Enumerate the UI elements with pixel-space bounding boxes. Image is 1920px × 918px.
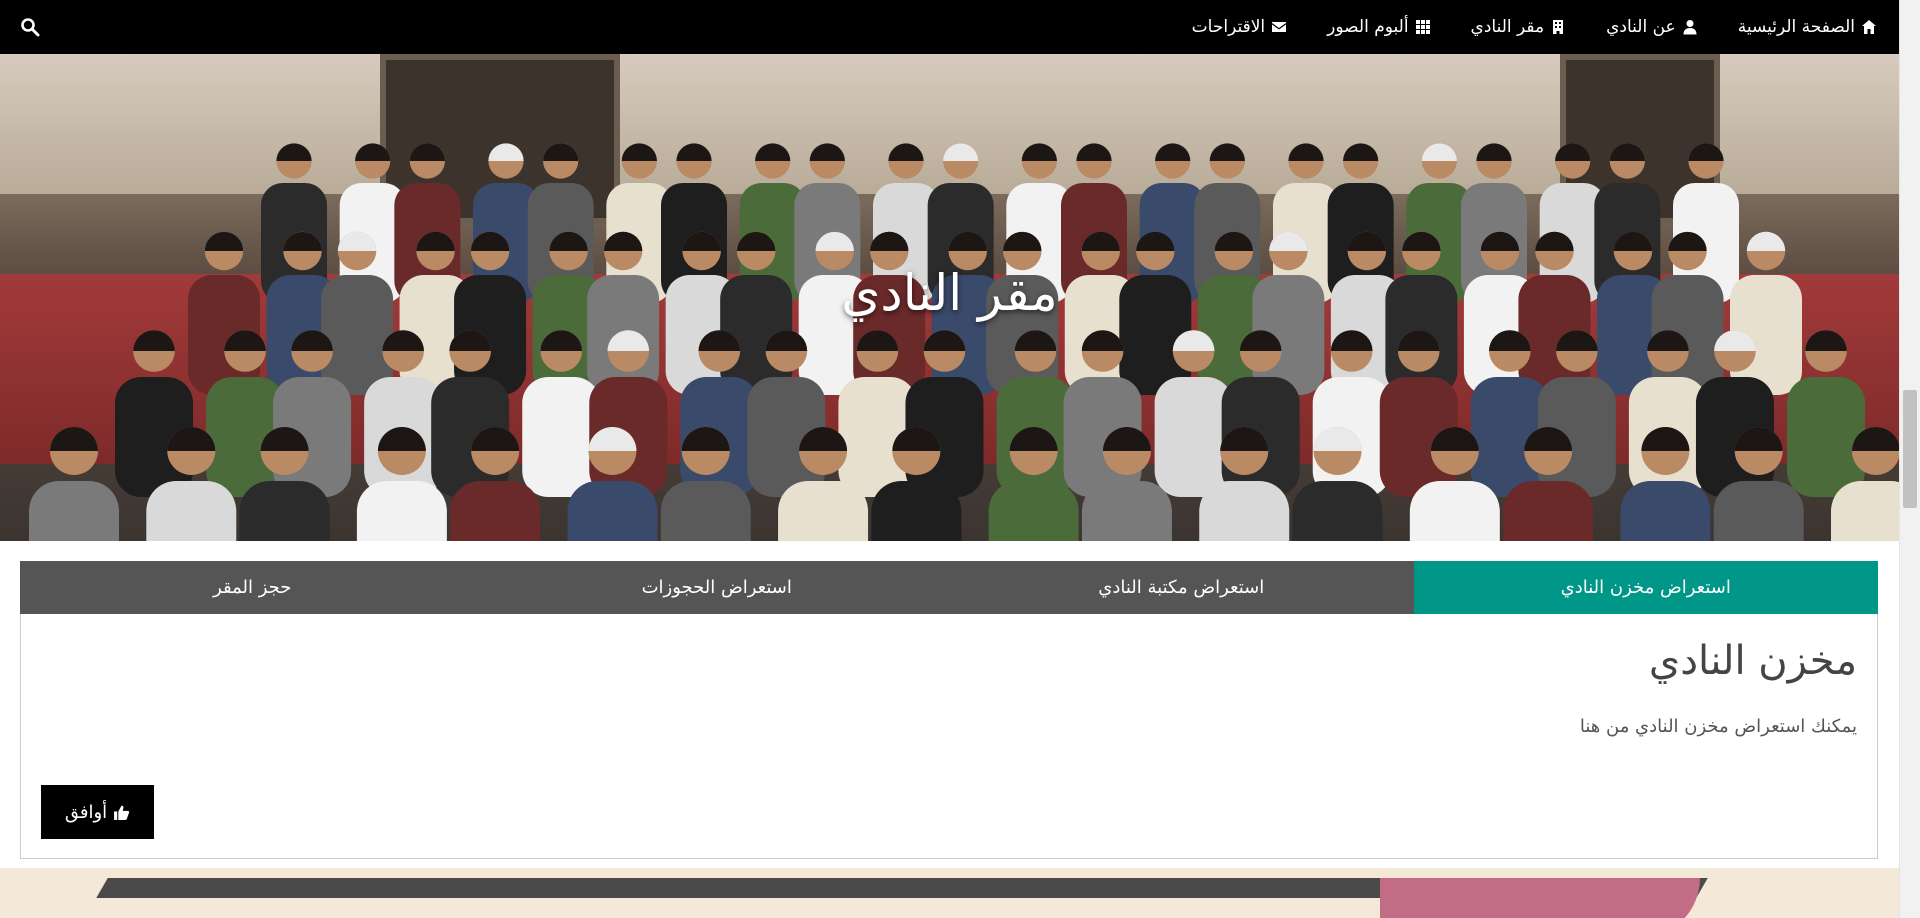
photo-figure-hair [888,143,924,161]
photo-figure-hair [488,143,524,161]
top-navbar: الصفحة الرئيسية عن النادي مقر النادي ألب… [0,0,1899,54]
photo-figure-body [1154,377,1233,497]
photo-figure-body [567,481,658,541]
photo-figure-hair [1155,143,1191,161]
photo-figure-body [239,481,330,541]
agree-button[interactable]: أوافق [41,785,154,839]
footer-decoration [0,868,1899,918]
photo-figure-hair [355,143,391,161]
agree-button-label: أوافق [64,801,108,823]
photo-figure-hair [943,143,979,161]
grid-icon [1415,20,1430,34]
tab-panel: مخزن النادي يمكنك استعراض مخزن النادي من… [20,614,1878,859]
tab-club-storage[interactable]: استعراض مخزن النادي [1413,561,1878,614]
photo-figure-hair [1421,143,1457,161]
photo-figure-body [29,481,119,541]
photo-figure-body [988,481,1079,541]
hero-title: مقر النادي [841,264,1058,322]
thumbs-up-icon [114,805,130,820]
photo-figure-hair [543,143,579,161]
photo-figure-hair [276,143,312,161]
photo-figure-hair [1209,143,1245,161]
photo-figure-hair [204,231,244,251]
photo-figure-hair [1746,231,1786,251]
tab-book-headquarters[interactable]: حجز المقر [20,561,485,614]
panel-title: مخزن النادي [1648,638,1857,684]
user-icon [1683,20,1697,35]
page-scrollbar[interactable] [1899,0,1920,918]
photo-figure-body [1292,481,1383,541]
tab-club-library[interactable]: استعراض مكتبة النادي [949,561,1414,614]
tab-bar: استعراض مخزن النادي استعراض مكتبة النادي… [20,561,1878,614]
photo-figure-body [1831,481,1899,541]
nav-item-home[interactable]: الصفحة الرئيسية [1738,17,1877,37]
photo-figure-hair [1805,330,1847,351]
nav-item-label: عن النادي [1606,17,1676,37]
photo-figure-body [146,481,237,541]
photo-figure-hair [1288,143,1324,161]
photo-figure-body [1081,481,1172,541]
photo-figure-body [356,481,447,541]
nav-item-album[interactable]: ألبوم الصور [1327,17,1430,37]
photo-figure-body [778,481,869,541]
photo-figure-hair [1688,143,1724,161]
footer-deco-shape [1380,878,1700,918]
photo-figure-hair [50,427,98,451]
nav-item-label: الصفحة الرئيسية [1737,17,1855,37]
photo-figure-hair [755,143,791,161]
photo-figure-body [450,481,541,541]
photo-figure-hair [1076,143,1112,161]
building-icon [1553,20,1564,34]
tab-bookings[interactable]: استعراض الحجوزات [484,561,949,614]
nav-item-about[interactable]: عن النادي [1606,17,1698,37]
nav-item-label: ألبوم الصور [1327,17,1409,37]
photo-figure-body [871,481,962,541]
photo-figure-hair [409,143,445,161]
photo-figure-body [1787,377,1865,497]
photo-figure-hair [809,143,845,161]
nav-item-label: مقر النادي [1470,17,1545,37]
photo-figure-body [1199,481,1290,541]
home-icon [1862,20,1876,34]
photo-figure-hair [133,330,175,351]
photo-figure-hair [1609,143,1645,161]
hero-banner: مقر النادي [0,54,1899,541]
photo-figure-hair [621,143,657,161]
envelope-icon [1272,22,1287,32]
panel-description: يمكنك استعراض مخزن النادي من هنا [1579,716,1857,737]
photo-figure-hair [1555,143,1591,161]
photo-figure-hair [1343,143,1379,161]
nav-item-suggestions[interactable]: الاقتراحات [1192,17,1287,37]
photo-figure-body [522,377,601,497]
photo-figure-body [660,481,751,541]
photo-figure-body [1409,481,1500,541]
scrollbar-thumb[interactable] [1903,390,1917,508]
photo-figure-body [1620,481,1711,541]
photo-figure-hair [1476,143,1512,161]
group-photo [29,143,1899,541]
nav-item-label: الاقتراحات [1191,17,1266,37]
search-icon[interactable] [20,17,40,37]
photo-figure-hair [676,143,712,161]
photo-figure-hair [1021,143,1057,161]
photo-figure-body [1503,481,1594,541]
photo-figure-body [1713,481,1804,541]
nav-item-headquarters[interactable]: مقر النادي [1471,17,1567,37]
